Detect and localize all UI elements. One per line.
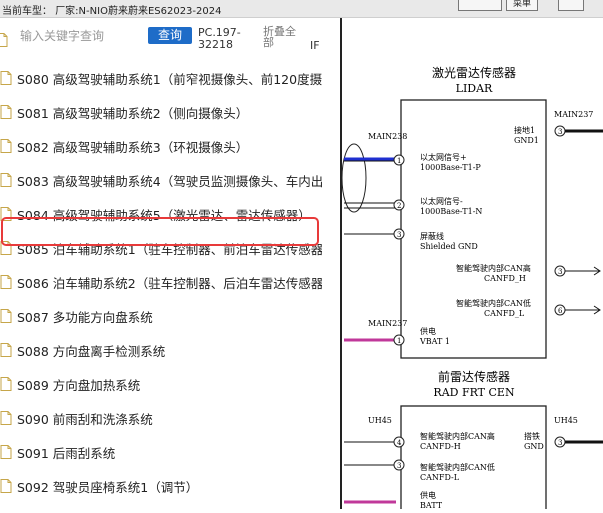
lidar-right-pin-label-cn: 智能驾驶内部CAN高 — [456, 263, 531, 273]
list-item[interactable]: S080 高级驾驶辅助系统1（前窄视摄像头、前120度摄 — [0, 61, 322, 95]
lidar-left-pin-number: 1 — [397, 157, 401, 165]
radar-title-cn: 前雷达传感器 — [438, 369, 510, 384]
wiring-diagram: 激光雷达传感器 LIDAR MAIN238 MAIN237 MAIN237 1 … — [324, 18, 603, 513]
lidar-left-pin-label-cn: 供电 — [420, 326, 436, 336]
lidar-right-connector-label: MAIN237 — [554, 110, 593, 119]
menu-button[interactable]: 菜单 — [506, 0, 538, 11]
lidar-right-pin-number: 3 — [558, 128, 562, 136]
radar-left-pin-label-en: CANFD-L — [420, 473, 460, 482]
list-item-label: S091 后雨刮系统 — [17, 446, 116, 461]
lidar-right-pin-label-en: CANFD_L — [484, 309, 525, 318]
radar-right-connector-label: UH45 — [554, 416, 578, 425]
document-icon — [0, 138, 12, 157]
query-button[interactable]: 查询 — [148, 27, 192, 44]
search-input[interactable] — [20, 26, 144, 46]
toolbar-button-3[interactable] — [558, 0, 584, 11]
twisted-pair-sheath — [341, 143, 367, 213]
document-icon — [0, 172, 12, 191]
lidar-left-pin-label-cn: 以太网信号- — [420, 196, 463, 206]
list-item[interactable]: S082 高级驾驶辅助系统3（环视摄像头） — [0, 129, 322, 163]
radar-left-pin-number: 3 — [397, 462, 401, 470]
wiring-diagram-canvas: 激光雷达传感器 LIDAR MAIN238 MAIN237 MAIN237 1 … — [341, 65, 603, 513]
list-item-label: S080 高级驾驶辅助系统1（前窄视摄像头、前120度摄 — [17, 72, 323, 87]
system-list: S080 高级驾驶辅助系统1（前窄视摄像头、前120度摄 S081 高级驾驶辅助系… — [0, 61, 324, 503]
system-list-panel: 查询 PC.197-32218 折叠全部 IF S080 高级驾驶辅助系统1（前… — [0, 18, 323, 509]
lidar-left-pin-label-en: Shielded GND — [420, 242, 478, 251]
lidar-left-pin-number: 3 — [397, 231, 401, 239]
radar-left-pin-label-en: CANFD-H — [420, 442, 461, 451]
radar-left-pin-label-en: BATT — [420, 501, 443, 509]
document-icon — [0, 70, 12, 89]
lidar-right-pin-number: 3 — [558, 268, 562, 276]
vehicle-value: 厂家:N-NIO蔚来蔚来ES62023-2024 — [55, 6, 222, 17]
radar-left-pin-label-cn: 供电 — [420, 490, 436, 500]
list-item[interactable]: S091 后雨刮系统 — [0, 435, 322, 469]
document-icon — [0, 376, 12, 395]
collapse-all-button[interactable]: 折叠全部 — [263, 26, 303, 48]
lidar-right-pin-number: 6 — [558, 307, 563, 315]
list-item-label: S086 泊车辅助系统2（驻车控制器、后泊车雷达传感器 — [17, 276, 324, 291]
radar-right-pin-label-cn: 搭铁 — [524, 431, 540, 441]
lidar-left-pin-number: 2 — [397, 202, 401, 210]
document-icon — [0, 274, 12, 293]
list-item[interactable]: S083 高级驾驶辅助系统4（驾驶员监测摄像头、车内出 — [0, 163, 324, 197]
radar-left-pin-number: 4 — [397, 439, 402, 447]
list-item[interactable]: S086 泊车辅助系统2（驻车控制器、后泊车雷达传感器 — [0, 265, 324, 299]
lidar-left-pin-number: 1 — [397, 337, 401, 345]
lidar-title-cn: 激光雷达传感器 — [432, 65, 516, 80]
list-item-label: S082 高级驾驶辅助系统3（环视摄像头） — [17, 140, 249, 155]
document-icon — [0, 410, 12, 429]
selected-item-highlight — [1, 217, 319, 246]
list-item-label: S089 方向盘加热系统 — [17, 378, 141, 393]
lidar-right-pin-label-cn: 智能驾驶内部CAN低 — [456, 298, 531, 308]
document-icon — [0, 32, 8, 51]
list-item-label: S087 多功能方向盘系统 — [17, 310, 153, 325]
lidar-left-pin-label-en: 1000Base-T1-N — [420, 207, 482, 216]
vehicle-label: 当前车型： — [2, 6, 52, 17]
lidar-left-pin-label-cn: 屏蔽线 — [420, 231, 444, 241]
lidar-left-pin-label-cn: 以太网信号+ — [420, 152, 467, 162]
list-item[interactable]: S090 前雨刮和洗涤系统 — [0, 401, 322, 435]
radar-left-pin-label-cn: 智能驾驶内部CAN低 — [420, 462, 495, 472]
radar-right-pin-number: 3 — [558, 439, 562, 447]
radar-right-pin-label-en: GND — [524, 442, 544, 451]
lidar-left-pin-label-en: VBAT 1 — [419, 337, 450, 346]
search-bar: 查询 PC.197-32218 折叠全部 IF — [0, 18, 322, 54]
list-item[interactable]: S092 驾驶员座椅系统1（调节） — [0, 469, 322, 503]
list-item[interactable]: S089 方向盘加热系统 — [0, 367, 322, 401]
list-item[interactable]: S088 方向盘离手检测系统 — [0, 333, 322, 367]
if-label: IF — [310, 39, 320, 52]
list-item-label: S092 驾驶员座椅系统1（调节） — [17, 480, 199, 495]
lidar-right-pin-label-cn: 接地1 — [514, 125, 535, 135]
lidar-left-connector-label: MAIN238 — [368, 132, 407, 141]
document-icon — [0, 104, 12, 123]
vehicle-info: 当前车型： 厂家:N-NIO蔚来蔚来ES62023-2024 — [2, 2, 221, 17]
radar-left-pin-label-cn: 智能驾驶内部CAN高 — [420, 431, 495, 441]
pc-code-label: PC.197-32218 — [198, 26, 241, 51]
document-icon — [0, 342, 12, 361]
document-icon — [0, 478, 12, 497]
document-icon — [0, 444, 12, 463]
lidar-left-pin-label-en: 1000Base-T1-P — [420, 163, 481, 172]
toolbar-button-1[interactable] — [458, 0, 502, 11]
lidar-right-pin-label-en: GND1 — [514, 136, 539, 145]
list-item-label: S083 高级驾驶辅助系统4（驾驶员监测摄像头、车内出 — [17, 174, 324, 189]
lidar-title-en: LIDAR — [456, 82, 493, 95]
list-item-label: S081 高级驾驶辅助系统2（侧向摄像头） — [17, 106, 249, 121]
radar-title-en: RAD FRT CEN — [433, 386, 515, 399]
lidar-power-connector-label: MAIN237 — [368, 319, 407, 328]
radar-left-connector-label: UH45 — [368, 416, 392, 425]
list-item[interactable]: S087 多功能方向盘系统 — [0, 299, 322, 333]
lidar-right-pin-label-en: CANFD_H — [484, 274, 526, 283]
list-item-label: S090 前雨刮和洗涤系统 — [17, 412, 153, 427]
top-bar: 当前车型： 厂家:N-NIO蔚来蔚来ES62023-2024 菜单 — [0, 0, 603, 18]
list-item[interactable]: S081 高级驾驶辅助系统2（侧向摄像头） — [0, 95, 322, 129]
list-item-label: S088 方向盘离手检测系统 — [17, 344, 166, 359]
document-icon — [0, 308, 12, 327]
